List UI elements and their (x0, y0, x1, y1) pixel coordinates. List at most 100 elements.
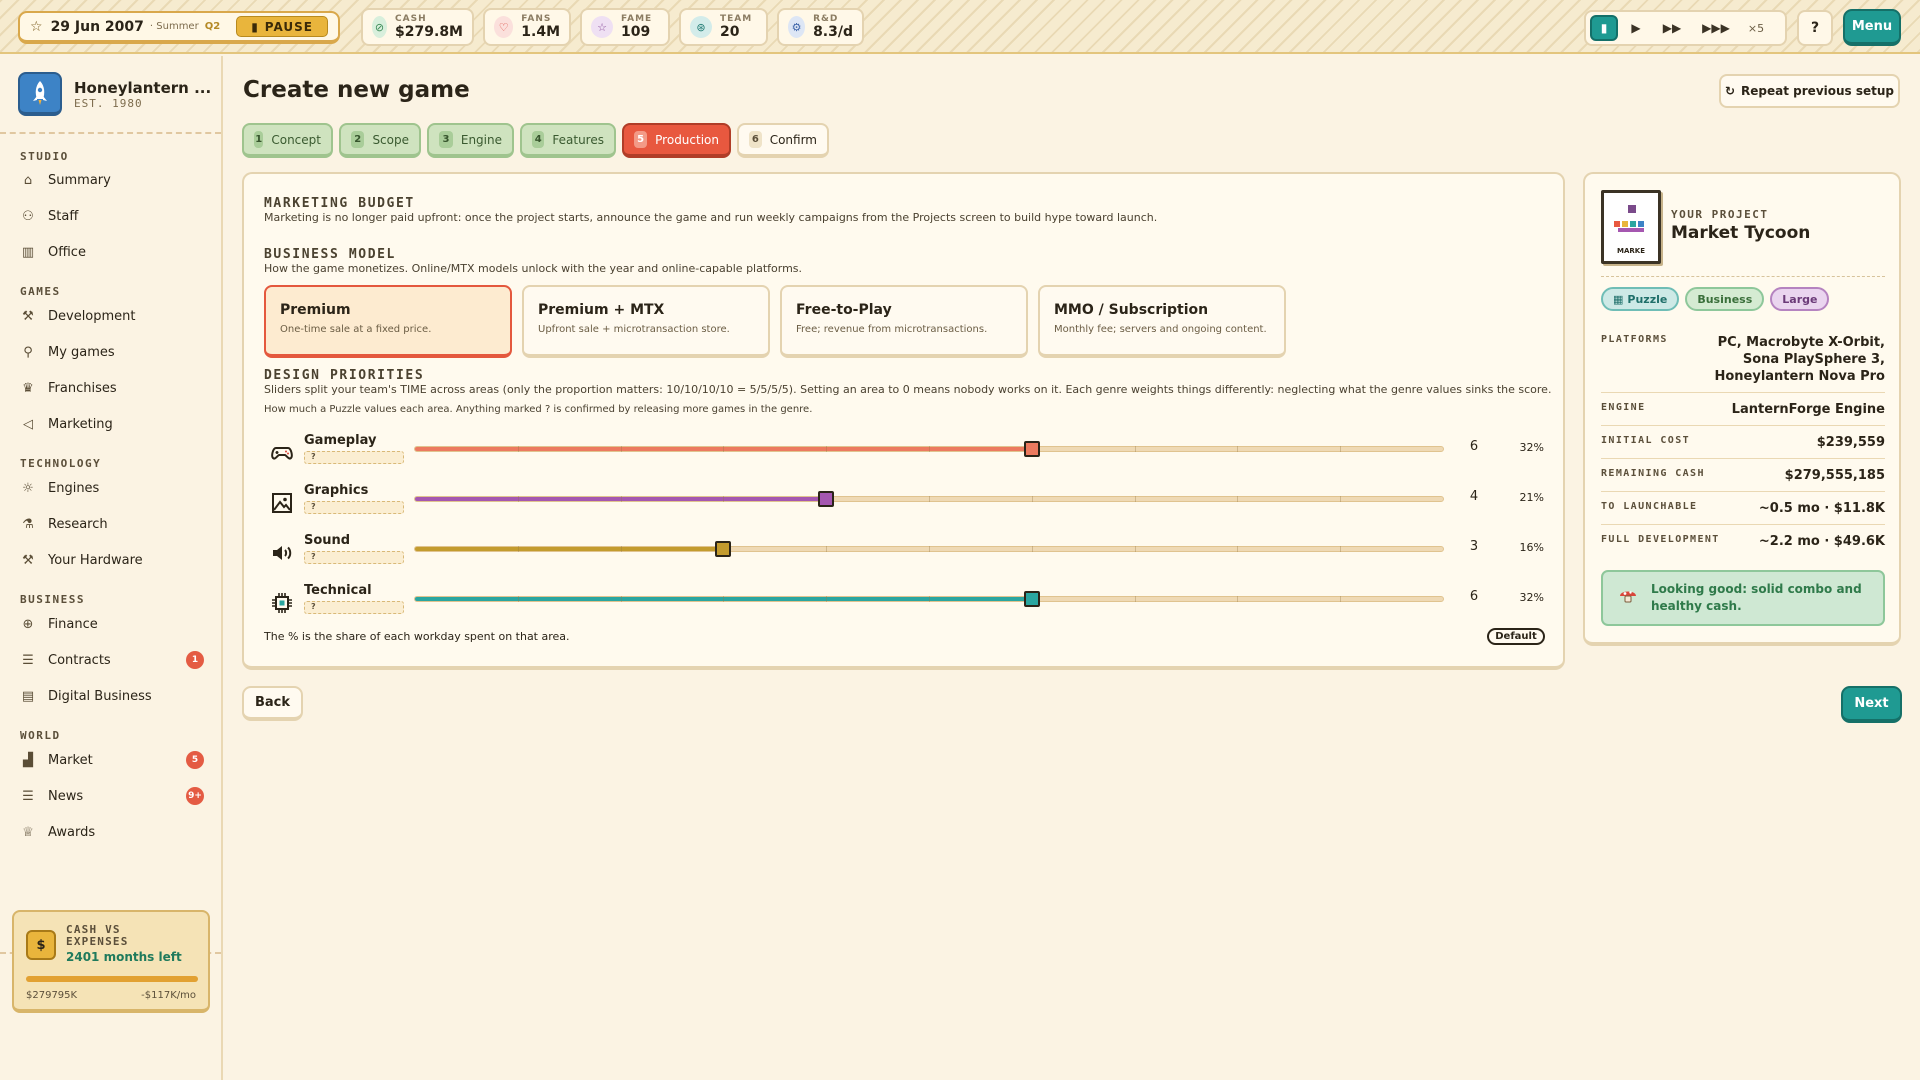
stat-label: R&D (813, 14, 839, 24)
slider-tick (1134, 496, 1136, 502)
row-value: LanternForge Engine (1731, 402, 1885, 417)
cash-icon: ⊘ (372, 16, 388, 38)
pause-button[interactable]: ▮ PAUSE (236, 16, 328, 37)
tag-scope: Large (1770, 287, 1830, 311)
burn-rate: -$117K/mo (141, 990, 196, 1001)
genre-weights-note: How much a Puzzle values each area. Anyt… (264, 404, 813, 415)
default-button[interactable]: Default (1487, 628, 1545, 645)
step-number: 4 (532, 131, 545, 148)
sidebar-item-my-games[interactable]: ⚲ My games (20, 340, 204, 364)
next-button[interactable]: Next (1841, 686, 1902, 723)
slider-tick (929, 446, 930, 452)
fast-speed-button[interactable]: ▶▶ (1654, 15, 1690, 41)
sidebar-item-awards[interactable]: ♕ Awards (20, 820, 204, 844)
divider (1601, 425, 1885, 426)
stat-rnd[interactable]: ⚙ R&D 8.3/d (777, 8, 864, 46)
genre-weight: ? (304, 501, 404, 514)
business-model-mmo-subscription[interactable]: MMO / Subscription Monthly fee; servers … (1038, 285, 1286, 358)
slider-thumb[interactable] (1023, 441, 1040, 457)
stat-fans[interactable]: ♡ FANS 1.4M (483, 8, 571, 46)
sidebar-item-franchises[interactable]: ♛ Franchises (20, 376, 204, 400)
slider-tick (723, 496, 725, 502)
step-concept[interactable]: 1 Concept (242, 123, 333, 158)
option-title: Premium + MTX (538, 302, 665, 318)
megaphone-icon: ◁ (23, 416, 33, 432)
stat-value: 20 (720, 24, 740, 40)
store-icon: ▤ (21, 688, 35, 704)
stat-cash[interactable]: ⊘ CASH $279.8M (361, 8, 474, 46)
step-engine[interactable]: 3 Engine (427, 123, 514, 158)
step-scope[interactable]: 2 Scope (339, 123, 421, 158)
sidebar-item-research[interactable]: ⚗ Research (20, 512, 204, 536)
graphics-slider[interactable] (414, 491, 1444, 507)
wizard-steps: 1 Concept 2 Scope 3 Engine 4 Features 5 Produ… (242, 123, 829, 158)
speed-multiplier[interactable]: ×5 (1742, 15, 1770, 41)
marketing-description: Marketing is no longer paid upfront: onc… (264, 211, 1158, 224)
gameplay-slider[interactable] (414, 441, 1444, 457)
heart-icon: ♡ (494, 16, 514, 38)
cash-vs-expenses-card[interactable]: $ CASH VS EXPENSES 2401 months left $279… (12, 910, 210, 1013)
sound-slider[interactable] (414, 541, 1444, 557)
slider-row-gameplay: Gameplay ? 6 32% (264, 433, 1544, 473)
pause-speed-button[interactable]: ▮ (1590, 15, 1618, 41)
sidebar-item-finance[interactable]: ⊕ Finance (20, 612, 204, 636)
slider-tick (517, 546, 519, 552)
sidebar-item-summary[interactable]: ⌂ Summary (20, 168, 204, 192)
runway-bar (26, 976, 198, 982)
sidebar-item-your-hardware[interactable]: ⚒ Your Hardware (20, 548, 204, 572)
repeat-setup-label: Repeat previous setup (1741, 84, 1895, 98)
option-description: Monthly fee; servers and ongoing content… (1054, 324, 1267, 335)
row-remaining-cash: REMAINING CASH $279,555,185 (1601, 468, 1885, 483)
slider-thumb[interactable] (1023, 591, 1040, 607)
slider-row-sound: Sound ? 3 16% (264, 533, 1544, 573)
stat-fame[interactable]: ☆ FAME 109 (580, 8, 670, 46)
sidebar-item-office[interactable]: ▥ Office (20, 240, 204, 264)
flask-icon: ⚗ (22, 516, 34, 532)
technical-slider[interactable] (414, 591, 1444, 607)
divider (1601, 458, 1885, 459)
menu-button[interactable]: Menu (1843, 9, 1901, 46)
sidebar-item-label: Summary (48, 172, 111, 188)
step-features[interactable]: 4 Features (520, 123, 616, 158)
slider-tick (929, 596, 930, 602)
sidebar-item-news[interactable]: ☰ News 9+ (20, 784, 204, 808)
tag-label: Business (1697, 292, 1753, 306)
help-button[interactable]: ? (1797, 10, 1833, 46)
building-icon: ▥ (21, 244, 35, 260)
option-title: MMO / Subscription (1054, 302, 1209, 318)
back-button[interactable]: Back (242, 686, 303, 721)
top-bar: ☆ 29 Jun 2007 · Summer Q2 ▮ PAUSE ⊘ CASH… (0, 0, 1920, 54)
slider-thumb[interactable] (715, 541, 732, 557)
business-model-premium[interactable]: Premium One-time sale at a fixed price. (264, 285, 512, 358)
repeat-setup-button[interactable]: ↻ Repeat previous setup (1719, 74, 1900, 108)
step-production[interactable]: 5 Production (622, 123, 731, 158)
sidebar-item-development[interactable]: ⚒ Development (20, 304, 204, 328)
play-speed-button[interactable]: ▶ (1622, 15, 1650, 41)
sidebar-item-contracts[interactable]: ☰ Contracts 1 (20, 648, 204, 672)
slider-percent: 32% (1519, 441, 1544, 454)
business-model-premium-mtx[interactable]: Premium + MTX Upfront sale + microtransa… (522, 285, 770, 358)
fastest-forward-icon: ▶▶▶ (1702, 21, 1730, 35)
sidebar-item-marketing[interactable]: ◁ Marketing (20, 412, 204, 436)
sidebar-item-digital-business[interactable]: ▤ Digital Business (20, 684, 204, 708)
fastest-speed-button[interactable]: ▶▶▶ (1694, 15, 1738, 41)
stat-team[interactable]: ⊛ TEAM 20 (679, 8, 768, 46)
sidebar-item-engines[interactable]: ☼ Engines (20, 476, 204, 500)
sidebar-item-market[interactable]: ▟ Market 5 (20, 748, 204, 772)
slider-tick (1237, 446, 1239, 452)
business-model-free-to-play[interactable]: Free-to-Play Free; revenue from microtra… (780, 285, 1028, 358)
runway-bar-fill (26, 976, 198, 982)
business-model-description: How the game monetizes. Online/MTX model… (264, 262, 803, 275)
stat-value: 8.3/d (813, 24, 853, 40)
step-confirm[interactable]: 6 Confirm (737, 123, 829, 158)
slider-label: Technical (304, 583, 372, 598)
studio-header[interactable]: Honeylantern ... EST. 1980 (18, 72, 211, 116)
option-description: Free; revenue from microtransactions. (796, 324, 988, 335)
slider-thumb[interactable] (818, 491, 835, 507)
slider-row-technical: Technical ? 6 32% (264, 583, 1544, 623)
sidebar-item-staff[interactable]: ⚇ Staff (20, 204, 204, 228)
star-icon: ☆ (591, 16, 613, 38)
slider-value: 4 (1469, 489, 1479, 504)
slider-fill (415, 547, 724, 551)
divider (1601, 491, 1885, 492)
